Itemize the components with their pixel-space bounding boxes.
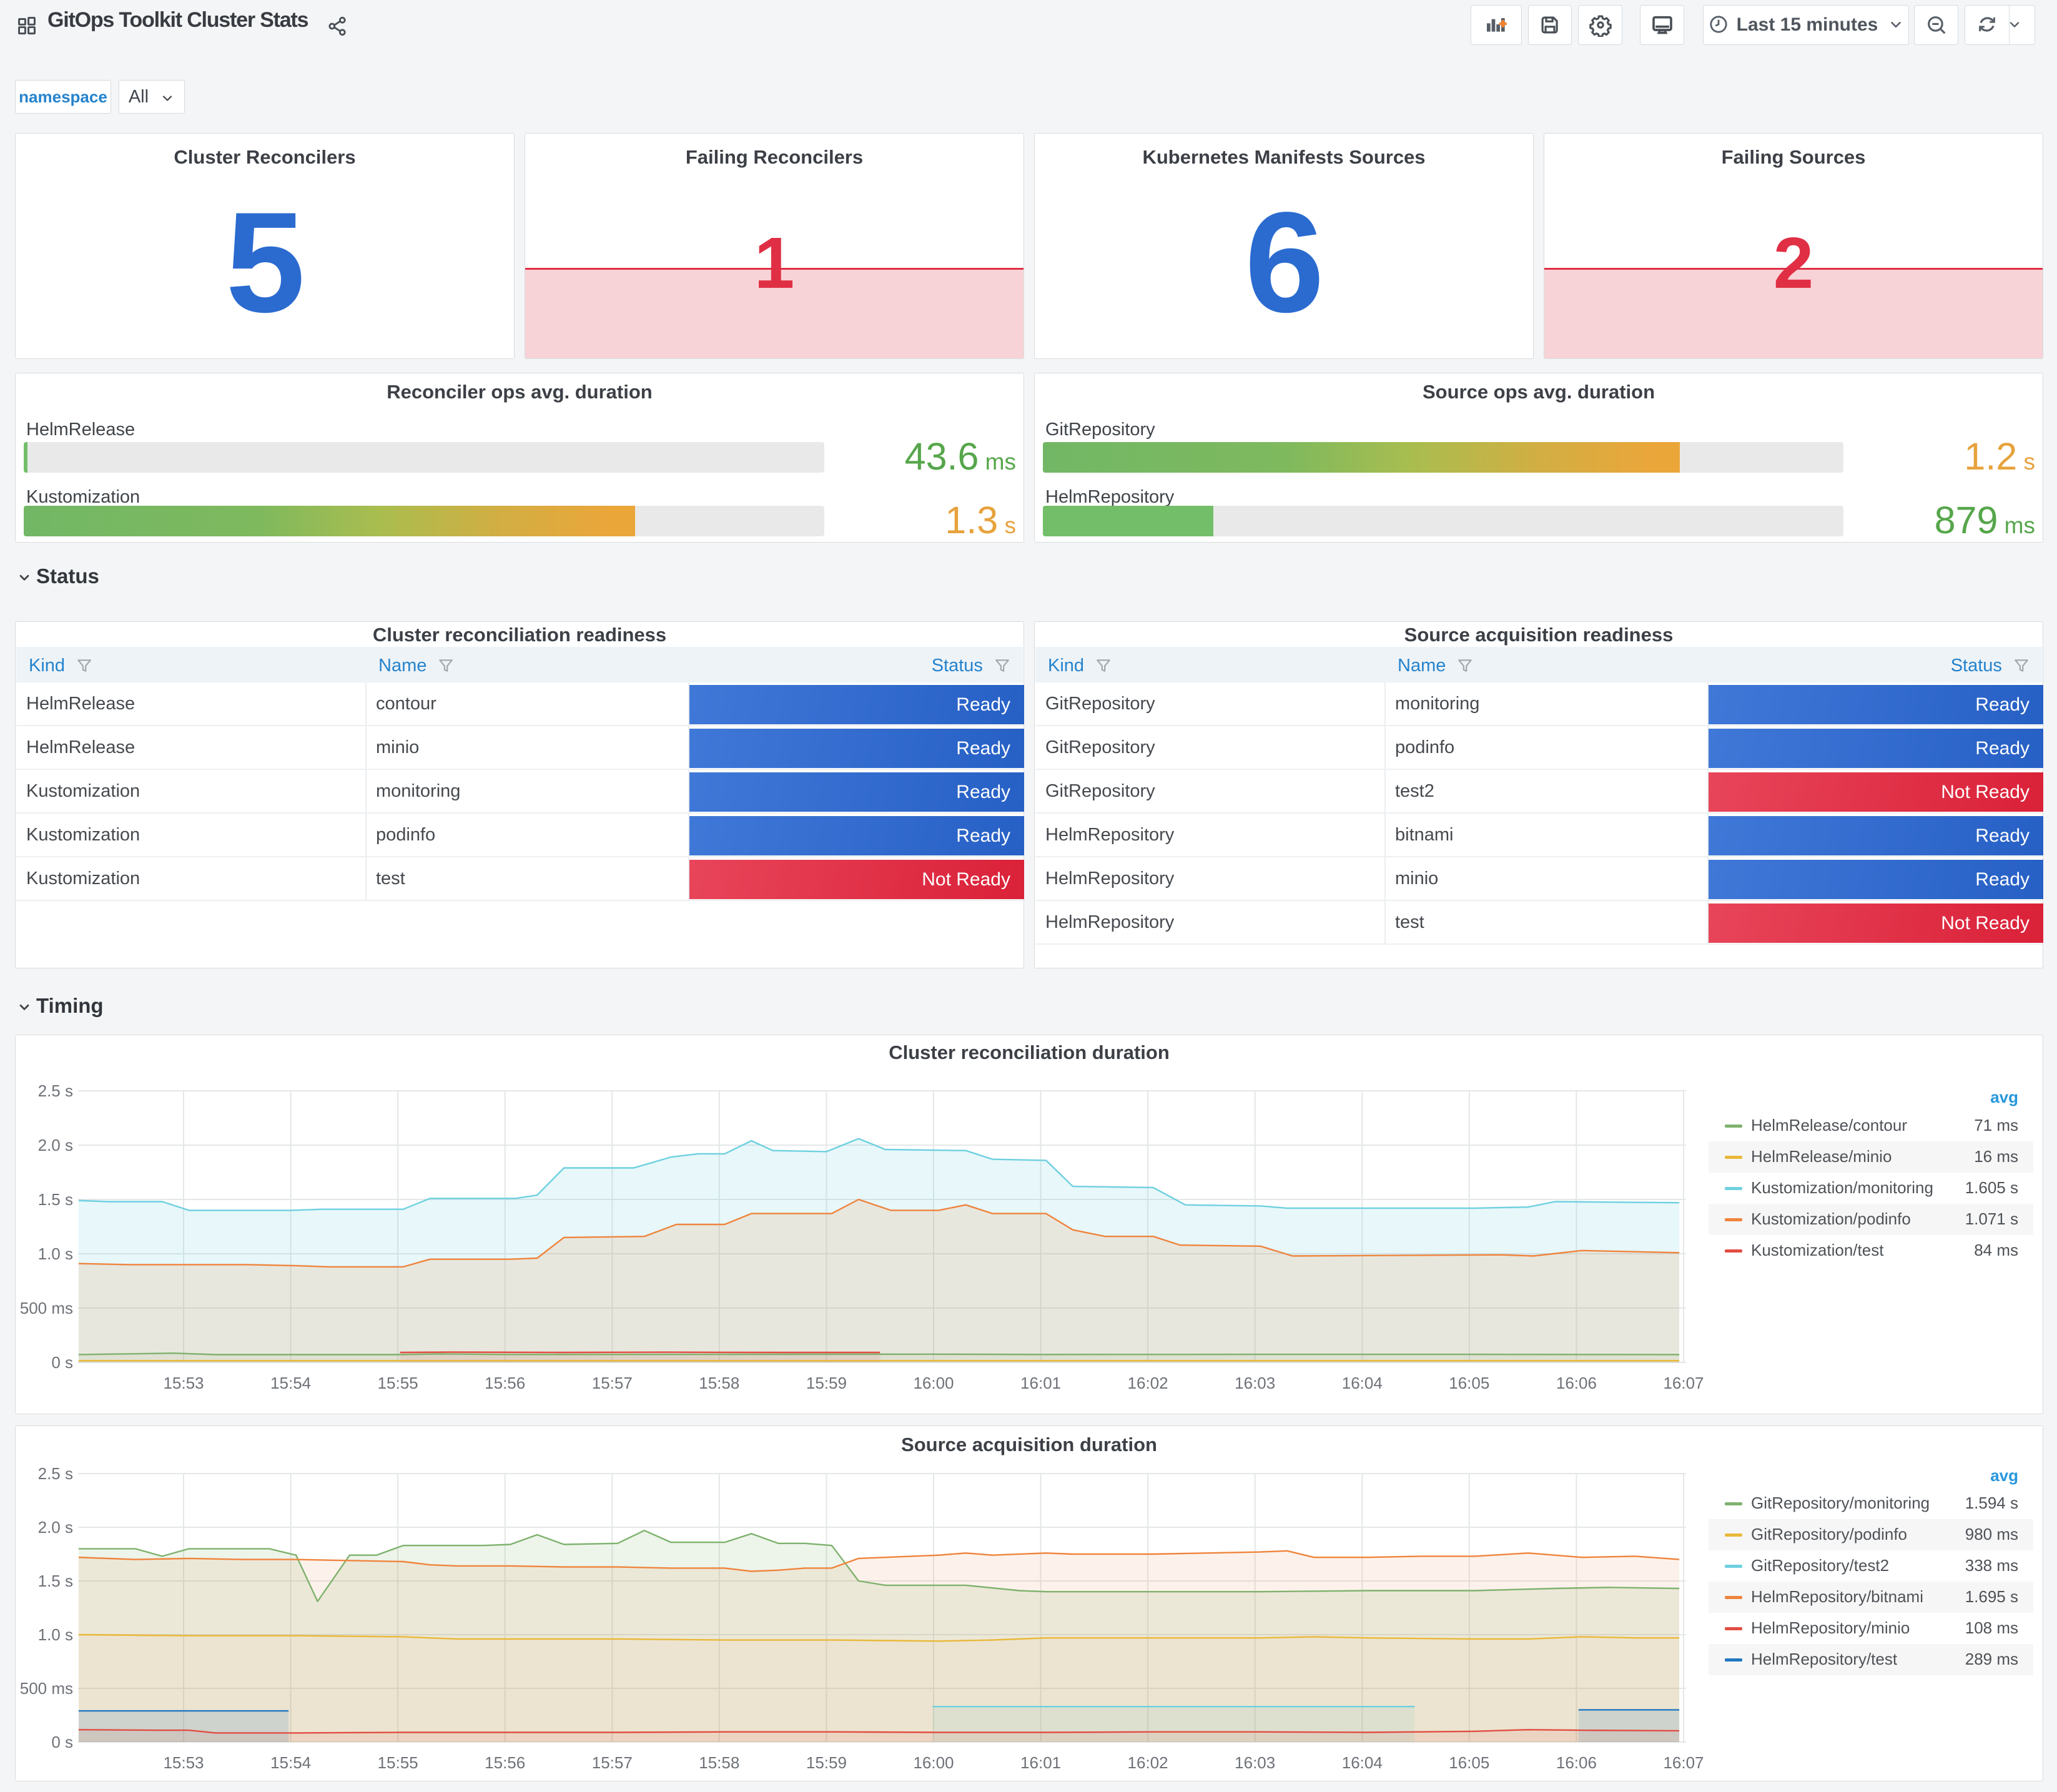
- svg-text:16:04: 16:04: [1342, 1753, 1383, 1772]
- svg-text:16:02: 16:02: [1128, 1374, 1168, 1392]
- svg-text:16:00: 16:00: [913, 1374, 954, 1392]
- svg-text:16:07: 16:07: [1663, 1753, 1704, 1772]
- svg-text:500 ms: 500 ms: [20, 1299, 73, 1317]
- svg-text:15:55: 15:55: [378, 1374, 418, 1392]
- svg-text:1.5 s: 1.5 s: [38, 1190, 73, 1209]
- svg-text:16:05: 16:05: [1449, 1374, 1489, 1392]
- svg-text:1.0 s: 1.0 s: [38, 1244, 73, 1263]
- svg-text:15:59: 15:59: [806, 1374, 847, 1392]
- svg-text:15:59: 15:59: [806, 1753, 847, 1772]
- svg-text:16:06: 16:06: [1556, 1374, 1597, 1392]
- svg-text:500 ms: 500 ms: [20, 1679, 73, 1698]
- svg-text:2.0 s: 2.0 s: [38, 1518, 73, 1537]
- svg-text:15:55: 15:55: [378, 1753, 418, 1772]
- svg-text:16:01: 16:01: [1020, 1374, 1061, 1392]
- svg-text:1.5 s: 1.5 s: [38, 1572, 73, 1590]
- svg-text:0 s: 0 s: [51, 1733, 73, 1751]
- svg-text:15:53: 15:53: [163, 1753, 204, 1772]
- svg-text:16:04: 16:04: [1342, 1374, 1383, 1392]
- svg-text:2.0 s: 2.0 s: [38, 1136, 73, 1154]
- svg-text:16:07: 16:07: [1663, 1374, 1704, 1392]
- svg-text:15:56: 15:56: [485, 1753, 525, 1772]
- svg-text:15:57: 15:57: [592, 1374, 633, 1392]
- svg-text:0 s: 0 s: [51, 1353, 73, 1372]
- svg-text:15:54: 15:54: [270, 1753, 311, 1772]
- svg-text:15:53: 15:53: [163, 1374, 204, 1392]
- svg-text:16:01: 16:01: [1020, 1753, 1061, 1772]
- svg-text:15:58: 15:58: [699, 1374, 739, 1392]
- svg-text:16:05: 16:05: [1449, 1753, 1489, 1772]
- svg-text:2.5 s: 2.5 s: [38, 1081, 73, 1100]
- svg-text:16:03: 16:03: [1235, 1374, 1275, 1392]
- svg-text:16:06: 16:06: [1556, 1753, 1597, 1772]
- svg-text:15:58: 15:58: [699, 1753, 739, 1772]
- svg-text:1.0 s: 1.0 s: [38, 1625, 73, 1644]
- svg-text:15:56: 15:56: [485, 1374, 525, 1392]
- svg-text:15:57: 15:57: [592, 1753, 633, 1772]
- svg-text:16:00: 16:00: [913, 1753, 954, 1772]
- svg-text:2.5 s: 2.5 s: [38, 1464, 73, 1483]
- svg-text:16:02: 16:02: [1128, 1753, 1168, 1772]
- svg-text:15:54: 15:54: [270, 1374, 311, 1392]
- svg-text:16:03: 16:03: [1235, 1753, 1275, 1772]
